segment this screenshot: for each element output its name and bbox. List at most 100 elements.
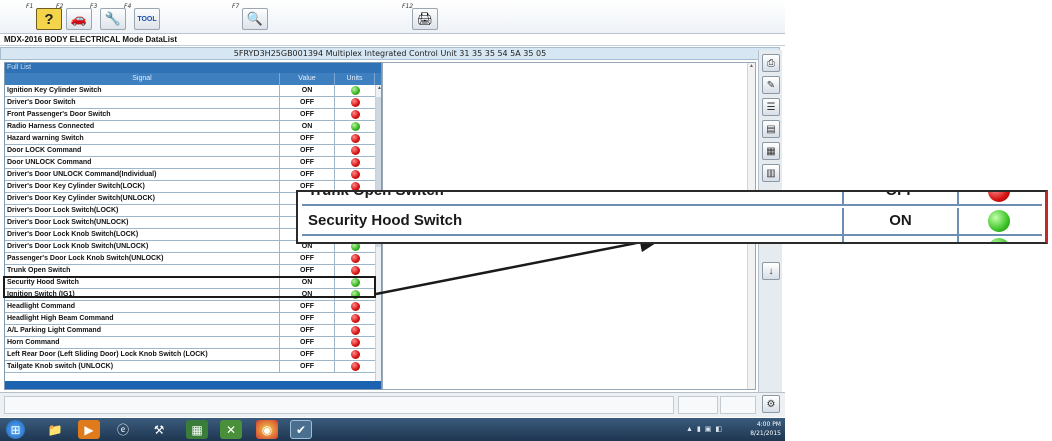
callout-signal: Ignition Switch (IG1) xyxy=(302,236,844,242)
f4-tool-key[interactable]: F4 TOOL xyxy=(124,3,164,31)
status-bar: ⚙ xyxy=(0,392,785,417)
status-led-icon xyxy=(350,122,360,131)
table-row[interactable]: Ignition Key Cylinder Switch ON xyxy=(5,85,375,97)
filter-icon[interactable]: ▤ xyxy=(762,120,780,138)
connection-icon[interactable]: ⚙ xyxy=(762,395,780,413)
media-player-icon[interactable]: ▶ xyxy=(78,420,100,439)
f7-search-key[interactable]: F7 🔍 xyxy=(232,3,272,31)
header-value[interactable]: Value xyxy=(280,73,335,85)
mode-title: MDX-2016 BODY ELECTRICAL Mode DataList xyxy=(0,34,785,46)
signal-name: A/L Parking Light Command xyxy=(5,325,280,336)
signal-name: Driver's Door Key Cylinder Switch(UNLOCK… xyxy=(5,193,280,204)
table-row[interactable]: Passenger's Door Lock Knob Switch(UNLOCK… xyxy=(5,253,375,265)
signal-name: Horn Command xyxy=(5,337,280,348)
chrome-icon[interactable]: ◉ xyxy=(256,420,278,439)
screenshot-root: F1 ? F2 🚗 F3 🔧 F4 TOOL F7 🔍 F12 🖨 MDX-20… xyxy=(0,0,1052,441)
table-row[interactable]: Driver's Door UNLOCK Command(Individual)… xyxy=(5,169,375,181)
signal-value: ON xyxy=(280,85,335,96)
tool-app-icon[interactable]: ⚒ xyxy=(148,420,170,439)
status-led-icon xyxy=(350,86,360,95)
signal-name: Left Rear Door (Left Sliding Door) Lock … xyxy=(5,349,280,360)
status-led-icon xyxy=(350,170,360,179)
header-units[interactable]: Units xyxy=(335,73,375,85)
status-indicator xyxy=(335,325,375,336)
edit-icon[interactable]: ✎ xyxy=(762,76,780,94)
status-indicator xyxy=(335,313,375,324)
status-led-icon xyxy=(988,210,1010,232)
signal-value: OFF xyxy=(280,145,335,156)
status-led-icon xyxy=(350,362,360,371)
f4-label: F4 xyxy=(124,3,132,10)
signal-value: OFF xyxy=(280,109,335,120)
callout-row: Security Hood Switch ON xyxy=(302,208,1042,236)
signal-name: Passenger's Door Lock Knob Switch(UNLOCK… xyxy=(5,253,280,264)
table-row[interactable]: Radio Harness Connected ON xyxy=(5,121,375,133)
f12-print-key[interactable]: F12 🖨 xyxy=(402,3,442,31)
status-indicator xyxy=(335,85,375,96)
callout-indicator xyxy=(959,236,1039,242)
signal-name: Driver's Door Lock Knob Switch(UNLOCK) xyxy=(5,241,280,252)
table-row[interactable]: Left Rear Door (Left Sliding Door) Lock … xyxy=(5,349,375,361)
signal-value: OFF xyxy=(280,325,335,336)
signal-name: Driver's Door Switch xyxy=(5,97,280,108)
table-row[interactable]: Horn Command OFF xyxy=(5,337,375,349)
printer-icon[interactable]: 🖨 xyxy=(412,8,438,30)
status-indicator xyxy=(335,361,375,372)
table-row[interactable]: Hazard warning Switch OFF xyxy=(5,133,375,145)
internet-explorer-icon[interactable]: ⓔ xyxy=(112,420,134,439)
signal-value: OFF xyxy=(280,361,335,372)
car-icon[interactable]: 🚗 xyxy=(66,8,92,30)
file-explorer-icon[interactable]: 📁 xyxy=(44,420,66,439)
header-signal[interactable]: Signal xyxy=(5,73,280,85)
table-row[interactable]: Headlight Command OFF xyxy=(5,301,375,313)
grid-icon[interactable]: ▦ xyxy=(762,142,780,160)
callout-value: ON xyxy=(844,208,959,234)
status-field-3 xyxy=(720,396,756,414)
status-indicator xyxy=(335,97,375,108)
table-row[interactable]: Headlight High Beam Command OFF xyxy=(5,313,375,325)
magnifier-icon[interactable]: 🔍 xyxy=(242,8,268,30)
status-led-icon xyxy=(350,98,360,107)
list-caption: Full List xyxy=(5,63,381,73)
signal-name: Driver's Door UNLOCK Command(Individual) xyxy=(5,169,280,180)
callout-signal: Security Hood Switch xyxy=(302,208,844,234)
table-row[interactable]: Tailgate Knob switch (UNLOCK) OFF xyxy=(5,361,375,373)
table-row[interactable]: Door UNLOCK Command OFF xyxy=(5,157,375,169)
status-indicator xyxy=(335,337,375,348)
status-field-main xyxy=(4,396,674,414)
signal-name: Driver's Door Lock Knob Switch(LOCK) xyxy=(5,229,280,240)
diagnostic-app-icon[interactable]: ✔ xyxy=(290,420,312,439)
tool-icon[interactable]: TOOL xyxy=(134,8,160,30)
spreadsheet-icon[interactable]: ✕ xyxy=(220,420,242,439)
zoom-callout: Trunk Open Switch OFF Security Hood Switch… xyxy=(296,190,1048,244)
tray-clock[interactable]: 4:00 PM 8/21/2015 xyxy=(750,420,781,438)
status-indicator xyxy=(335,109,375,120)
excel-icon[interactable]: ▦ xyxy=(186,420,208,439)
signal-value: OFF xyxy=(280,133,335,144)
system-tray-icons[interactable]: ▲▮▣◧ xyxy=(686,425,726,433)
print-icon[interactable]: ⎙ xyxy=(762,54,780,72)
status-indicator xyxy=(335,301,375,312)
status-field-2 xyxy=(678,396,718,414)
callout-row: Trunk Open Switch OFF xyxy=(302,192,1042,206)
chart-icon[interactable]: ▥ xyxy=(762,164,780,182)
callout-value: OFF xyxy=(844,192,959,204)
table-row[interactable]: Door LOCK Command OFF xyxy=(5,145,375,157)
signal-value: OFF xyxy=(280,337,335,348)
signal-value: ON xyxy=(280,121,335,132)
list-icon[interactable]: ☰ xyxy=(762,98,780,116)
status-indicator xyxy=(335,265,375,276)
start-button-icon[interactable]: ⊞ xyxy=(6,420,25,439)
status-led-icon xyxy=(350,110,360,119)
signal-name: Trunk Open Switch xyxy=(5,265,280,276)
wrench-icon[interactable]: 🔧 xyxy=(100,8,126,30)
table-row[interactable]: A/L Parking Light Command OFF xyxy=(5,325,375,337)
move-down-icon[interactable]: ↓ xyxy=(762,262,780,280)
table-row[interactable]: Front Passenger's Door Switch OFF xyxy=(5,109,375,121)
status-indicator xyxy=(335,133,375,144)
list-horizontal-scrollbar[interactable] xyxy=(5,381,381,389)
table-row[interactable]: Driver's Door Switch OFF xyxy=(5,97,375,109)
signal-name: Tailgate Knob switch (UNLOCK) xyxy=(5,361,280,372)
signal-name: Driver's Door Lock Switch(LOCK) xyxy=(5,205,280,216)
help-icon[interactable]: ? xyxy=(36,8,62,30)
